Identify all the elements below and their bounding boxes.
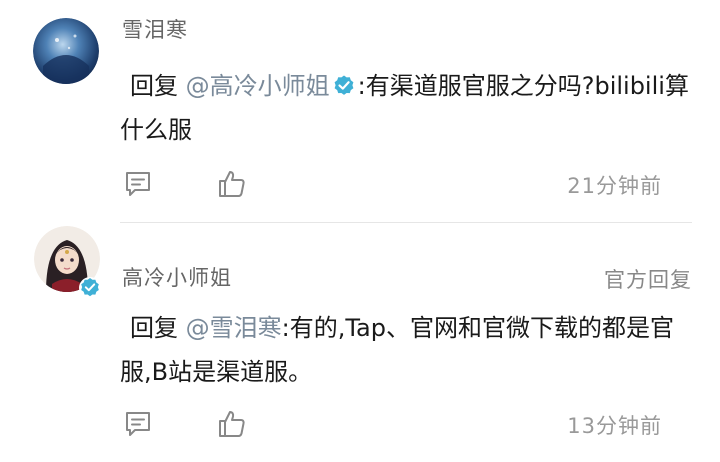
thumbs-up-icon[interactable] xyxy=(216,168,248,200)
comment-actions: 13分钟前 xyxy=(122,408,662,442)
timestamp: 13分钟前 xyxy=(567,414,662,438)
avatar-image xyxy=(33,18,99,84)
reply-label: 回复 xyxy=(130,72,178,100)
username[interactable]: 高冷小师姐 xyxy=(122,262,232,292)
comment-item: 雪泪寒 回复 @高冷小师姐:有渠道服官服之分吗?bilibili算什么服 21分… xyxy=(0,0,720,223)
comment-icon[interactable] xyxy=(122,408,154,440)
verified-badge-icon xyxy=(79,277,101,299)
comment-body: 回复 @高冷小师姐:有渠道服官服之分吗?bilibili算什么服 xyxy=(120,64,695,152)
thumbs-up-icon[interactable] xyxy=(216,408,248,440)
comment-item: 高冷小师姐 官方回复 回复 @雪泪寒:有的,Tap、官网和官微下载的都是官服,B… xyxy=(0,222,720,462)
mention-link[interactable]: @雪泪寒 xyxy=(186,314,282,342)
avatar[interactable] xyxy=(33,18,99,84)
username[interactable]: 雪泪寒 xyxy=(122,14,188,44)
comment-actions: 21分钟前 xyxy=(122,168,662,202)
verified-badge-icon xyxy=(332,68,356,95)
mention-link[interactable]: @高冷小师姐 xyxy=(186,72,330,100)
timestamp: 21分钟前 xyxy=(567,174,662,198)
comment-body: 回复 @雪泪寒:有的,Tap、官网和官微下载的都是官服,B站是渠道服。 xyxy=(120,306,695,394)
comment-icon[interactable] xyxy=(122,168,154,200)
official-reply-label: 官方回复 xyxy=(604,268,692,292)
reply-label: 回复 xyxy=(130,314,178,342)
